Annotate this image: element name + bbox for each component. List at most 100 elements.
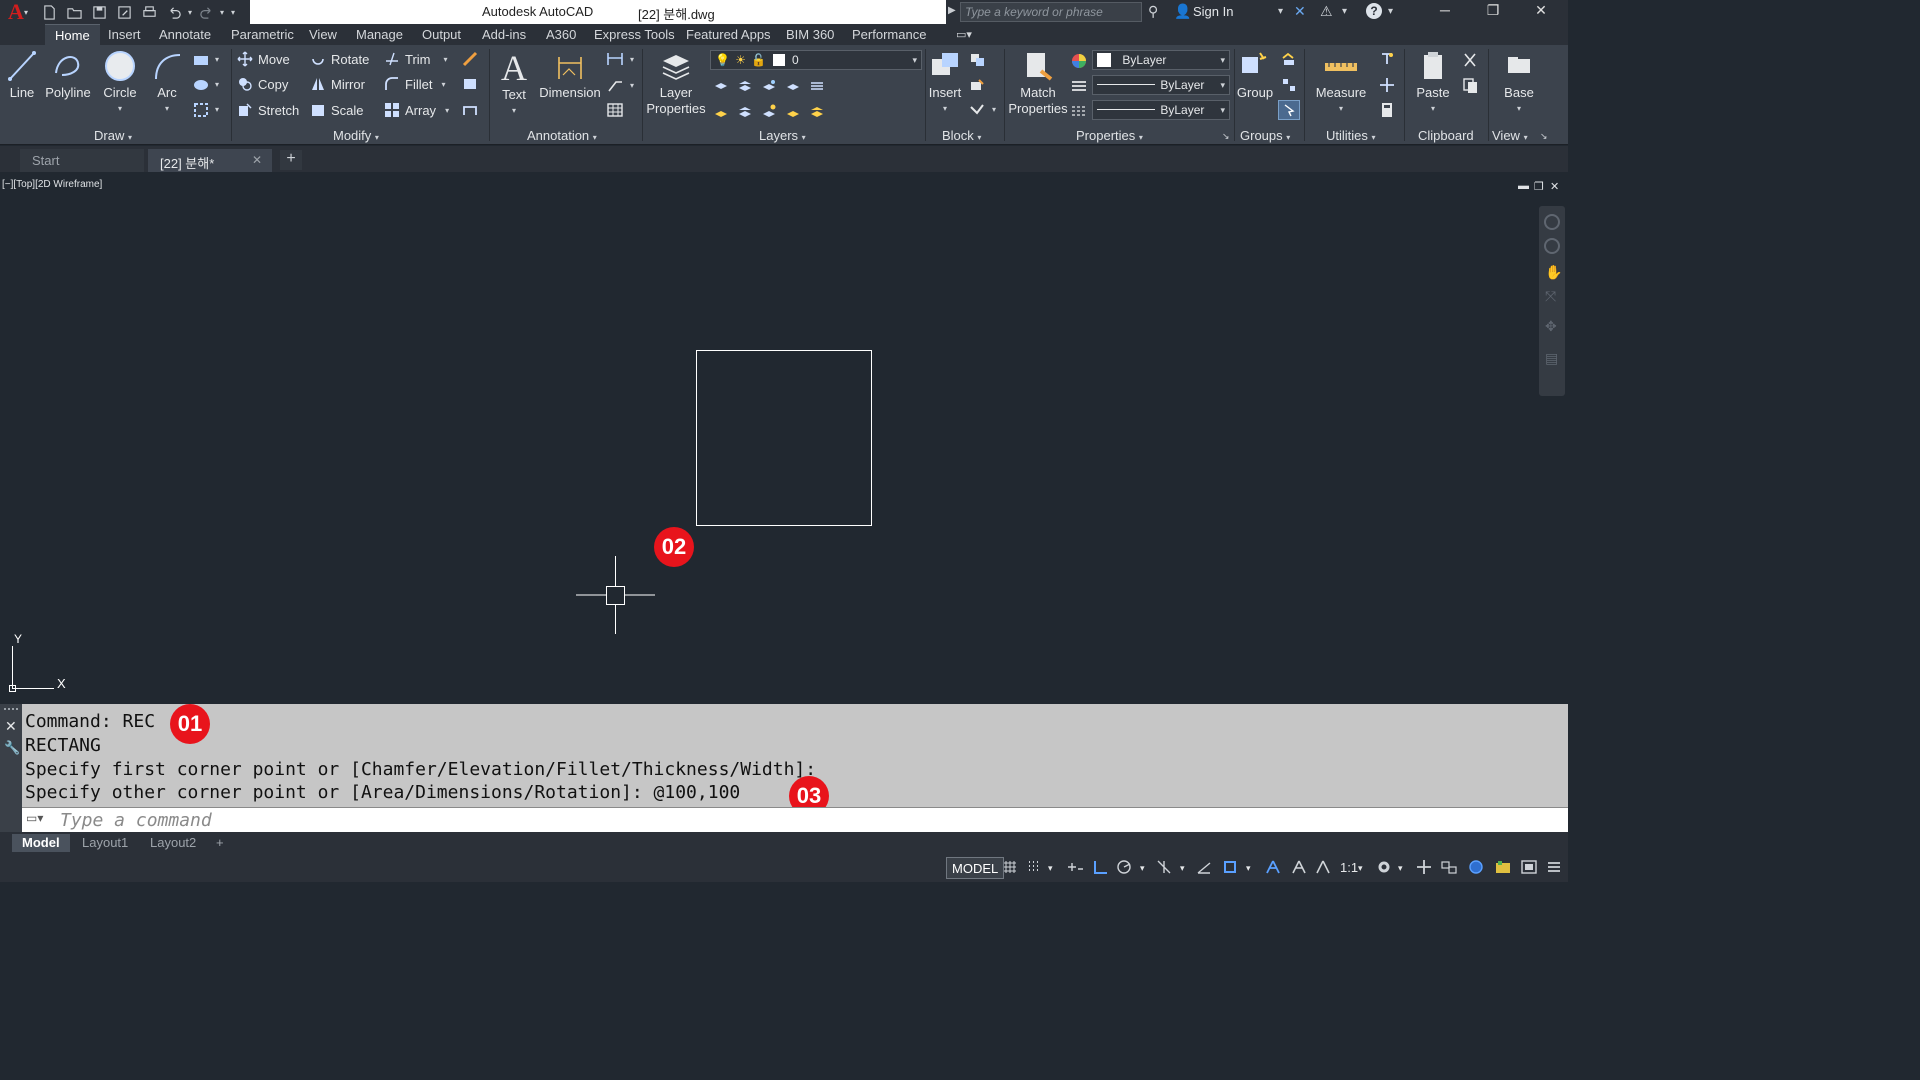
trim-dropdown-icon[interactable]: ▾ <box>444 55 448 64</box>
id-point-icon[interactable] <box>1378 76 1396 94</box>
layer-unlock-icon[interactable] <box>784 102 802 120</box>
leader-dropdown-icon[interactable]: ▾ <box>630 81 634 90</box>
tab-view[interactable]: View <box>309 27 337 42</box>
customize-wrench-icon[interactable]: 🔧 <box>4 740 20 756</box>
explode-icon[interactable] <box>461 75 479 93</box>
ungroup-icon[interactable] <box>1280 50 1298 68</box>
clean-screen-icon[interactable] <box>1520 859 1538 877</box>
measure-button[interactable]: Measure ▾ <box>1310 49 1372 117</box>
match-layer-icon[interactable] <box>736 102 754 120</box>
copy-button[interactable]: Copy <box>237 74 288 94</box>
tab-insert[interactable]: Insert <box>108 27 141 42</box>
clipboard-panel-title[interactable]: Clipboard <box>1418 128 1474 143</box>
linetype-dropdown[interactable]: ByLayer ▾ <box>1092 100 1230 120</box>
layer-states-icon[interactable] <box>808 77 826 95</box>
start-tab[interactable]: Start <box>20 149 144 172</box>
new-icon[interactable] <box>38 3 60 21</box>
a360-dropdown-icon[interactable]: ▾ <box>1342 6 1347 17</box>
tab-layout2[interactable]: Layout2 <box>140 834 206 852</box>
boundary-icon[interactable] <box>192 101 210 119</box>
tab-parametric[interactable]: Parametric <box>231 27 294 42</box>
insert-dropdown-icon[interactable]: ▾ <box>928 101 962 117</box>
hatch-icon[interactable] <box>192 76 210 94</box>
units-icon[interactable] <box>1440 859 1458 877</box>
minimize-button[interactable]: ─ <box>1422 2 1468 22</box>
tab-express-tools[interactable]: Express Tools <box>594 27 675 42</box>
text-dropdown-icon[interactable]: ▾ <box>496 103 532 119</box>
color-dropdown[interactable]: ByLayer ▾ <box>1092 50 1230 70</box>
arc-button[interactable]: Arc ▾ <box>148 49 186 117</box>
exchange-icon[interactable]: ✕ <box>1294 3 1306 20</box>
base-dropdown-icon[interactable]: ▾ <box>1500 101 1538 117</box>
array-button[interactable]: Array ▾ <box>384 100 449 120</box>
annotation-visibility-icon[interactable] <box>1264 859 1282 877</box>
circle-button[interactable]: Circle ▾ <box>100 49 140 117</box>
tab-performance[interactable]: Performance <box>852 27 926 42</box>
a360-icon[interactable]: ⚠ <box>1320 3 1333 20</box>
annotation-monitor-icon[interactable] <box>1416 859 1434 877</box>
view-launcher-icon[interactable]: ↘ <box>1540 131 1548 142</box>
close-button[interactable]: ✕ <box>1518 2 1564 22</box>
command-input[interactable]: ▭▾ Type a command <box>22 807 1568 832</box>
rectangle-dropdown-icon[interactable]: ▾ <box>215 55 219 64</box>
binoculars-icon[interactable]: ⚲ <box>1148 3 1158 20</box>
trim-button[interactable]: Trim ▾ <box>384 49 448 69</box>
dimension-button[interactable]: Dimension <box>538 49 602 101</box>
customize-qat-icon[interactable]: ▾ <box>231 8 235 17</box>
snap-icon[interactable] <box>1026 859 1044 877</box>
ribbon-minimize-icon[interactable]: ▭▾ <box>956 28 972 41</box>
groups-panel-title[interactable]: Groups ▾ <box>1240 128 1290 143</box>
quick-select-icon[interactable] <box>1378 50 1396 68</box>
scale-button[interactable]: Scale <box>310 100 364 120</box>
tab-manage[interactable]: Manage <box>356 27 403 42</box>
group-selection-icon[interactable] <box>1278 100 1300 120</box>
draw-panel-title[interactable]: Draw ▾ <box>94 128 132 143</box>
rotate-button[interactable]: Rotate <box>310 49 369 69</box>
block-panel-title[interactable]: Block ▾ <box>942 128 981 143</box>
drag-grip-icon[interactable] <box>4 708 18 714</box>
auto-scale-icon[interactable] <box>1290 859 1308 877</box>
redo-icon[interactable] <box>195 3 217 21</box>
tab-output[interactable]: Output <box>422 27 461 42</box>
new-tab-button[interactable]: + <box>280 150 302 170</box>
circle-dropdown-icon[interactable]: ▾ <box>100 101 140 117</box>
edit-attributes-icon[interactable] <box>968 101 986 119</box>
table-icon[interactable] <box>606 101 624 119</box>
tab-a360[interactable]: A360 <box>546 27 576 42</box>
isodraft-icon[interactable] <box>1156 859 1174 877</box>
base-view-button[interactable]: Base ▾ <box>1500 49 1538 117</box>
erase-icon[interactable] <box>461 50 479 68</box>
tab-featured-apps[interactable]: Featured Apps <box>686 27 771 42</box>
annotation-scale-icon[interactable] <box>1314 859 1332 877</box>
redo-dropdown-icon[interactable]: ▾ <box>220 8 224 17</box>
snap-dropdown-icon[interactable]: ▾ <box>1048 863 1053 874</box>
app-menu-button[interactable]: A ▾ <box>0 0 32 24</box>
model-space-button[interactable]: MODEL <box>946 857 1005 879</box>
paste-button[interactable]: Paste ▾ <box>1412 49 1454 117</box>
tab-add-ins[interactable]: Add-ins <box>482 27 526 42</box>
help-icon[interactable]: ? <box>1366 3 1382 19</box>
layer-thaw-icon[interactable] <box>760 102 778 120</box>
offset-icon[interactable] <box>461 101 479 119</box>
polar-tracking-icon[interactable] <box>1116 859 1134 877</box>
stretch-button[interactable]: Stretch <box>237 100 299 120</box>
object-snap-tracking-icon[interactable] <box>1196 859 1214 877</box>
workspace-dropdown-icon[interactable]: ▾ <box>1398 863 1403 874</box>
tab-layout1[interactable]: Layout1 <box>72 834 138 852</box>
layer-properties-button[interactable]: Layer Properties <box>646 49 706 117</box>
insert-block-button[interactable]: Insert ▾ <box>928 49 962 117</box>
line-button[interactable]: Line <box>4 49 40 101</box>
match-properties-button[interactable]: Match Properties <box>1008 49 1068 117</box>
tab-model[interactable]: Model <box>12 834 70 852</box>
mirror-button[interactable]: Mirror <box>310 74 365 94</box>
leader-icon[interactable] <box>606 76 624 94</box>
annotation-scale-dropdown-icon[interactable]: ▾ <box>1358 863 1363 874</box>
arc-dropdown-icon[interactable]: ▾ <box>148 101 186 117</box>
properties-panel-title[interactable]: Properties ▾ <box>1076 128 1143 143</box>
drawing-canvas[interactable]: [−][Top][2D Wireframe] ▬ ❐ ✕ ✋ ⤧ ✥ ▤ Y X… <box>0 174 1568 704</box>
fillet-button[interactable]: Fillet ▾ <box>384 74 445 94</box>
annotation-panel-title[interactable]: Annotation ▾ <box>527 128 597 143</box>
layer-off-icon[interactable] <box>712 77 730 95</box>
rectangle-icon[interactable] <box>192 51 210 69</box>
restore-button[interactable]: ❐ <box>1470 2 1516 22</box>
